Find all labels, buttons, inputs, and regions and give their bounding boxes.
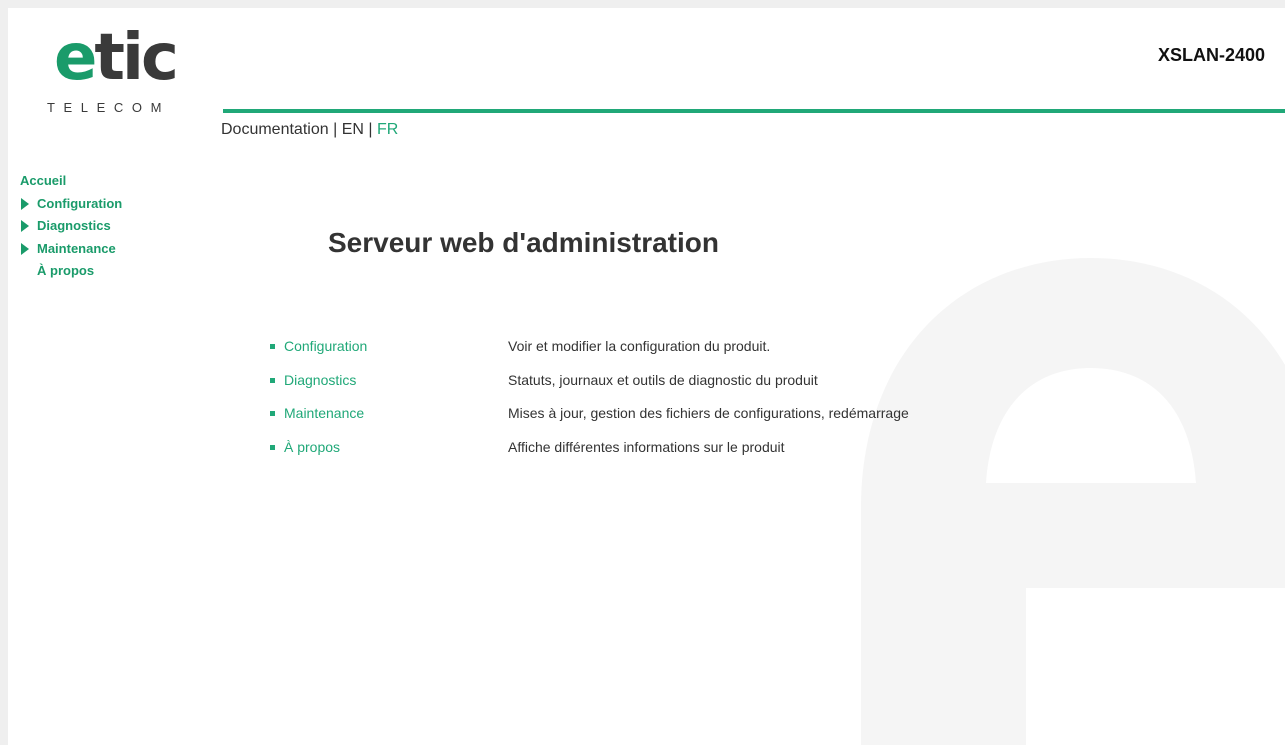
page-title: Serveur web d'administration (328, 227, 719, 258)
sidebar-item-label: À propos (37, 263, 95, 278)
a-propos-link[interactable]: À propos (284, 439, 340, 455)
maintenance-link[interactable]: Maintenance (284, 405, 364, 421)
watermark-logo-icon (861, 258, 1285, 745)
sidebar-item-maintenance[interactable]: Maintenance (20, 238, 122, 261)
sidebar-item-label: Maintenance (37, 240, 116, 256)
separator: | (333, 121, 338, 138)
header-links: Documentation | EN | FR (221, 121, 398, 139)
bullet-icon (270, 377, 275, 383)
logo-wordmark: etic (54, 21, 179, 95)
sidebar-item-label: Diagnostics (37, 218, 111, 233)
link-description: Statuts, journaux et outils de diagnosti… (508, 371, 818, 388)
link-description: Mises à jour, gestion des fichiers de co… (508, 405, 909, 421)
bullet-icon (270, 411, 275, 416)
sidebar-item-label: Configuration (37, 195, 123, 211)
sidebar-item-a-propos[interactable]: À propos (20, 260, 122, 283)
lang-fr-link[interactable]: FR (377, 121, 398, 138)
expand-triangle-icon[interactable] (21, 242, 29, 255)
product-name: XSLAN-2400 (1157, 45, 1265, 65)
link-description: Affiche différentes informations sur le … (508, 438, 785, 455)
logo-subtitle: TELECOM (47, 100, 171, 115)
bullet-icon (270, 444, 275, 450)
separator: | (368, 121, 373, 138)
link-description: Voir et modifier la configuration du pro… (508, 338, 771, 354)
page: etic TELECOM XSLAN-2400 Documentation | … (8, 8, 1285, 745)
etic-telecom-logo[interactable]: etic TELECOM (44, 22, 204, 128)
sidebar-item-configuration[interactable]: Configuration (20, 193, 122, 216)
bullet-icon (270, 344, 275, 349)
sidebar-item-accueil[interactable]: Accueil (20, 170, 122, 193)
configuration-link[interactable]: Configuration (284, 338, 367, 354)
lang-en-link[interactable]: EN (342, 121, 364, 138)
expand-triangle-icon[interactable] (21, 197, 29, 210)
documentation-link[interactable]: Documentation (221, 121, 329, 138)
sidebar-nav: Accueil Configuration Diagnostics Mainte… (20, 170, 122, 283)
diagnostics-link[interactable]: Diagnostics (284, 372, 356, 388)
sidebar-item-diagnostics[interactable]: Diagnostics (20, 215, 122, 238)
expand-triangle-icon[interactable] (21, 220, 29, 233)
header-divider (223, 109, 1285, 113)
sidebar-item-label: Accueil (20, 173, 67, 188)
